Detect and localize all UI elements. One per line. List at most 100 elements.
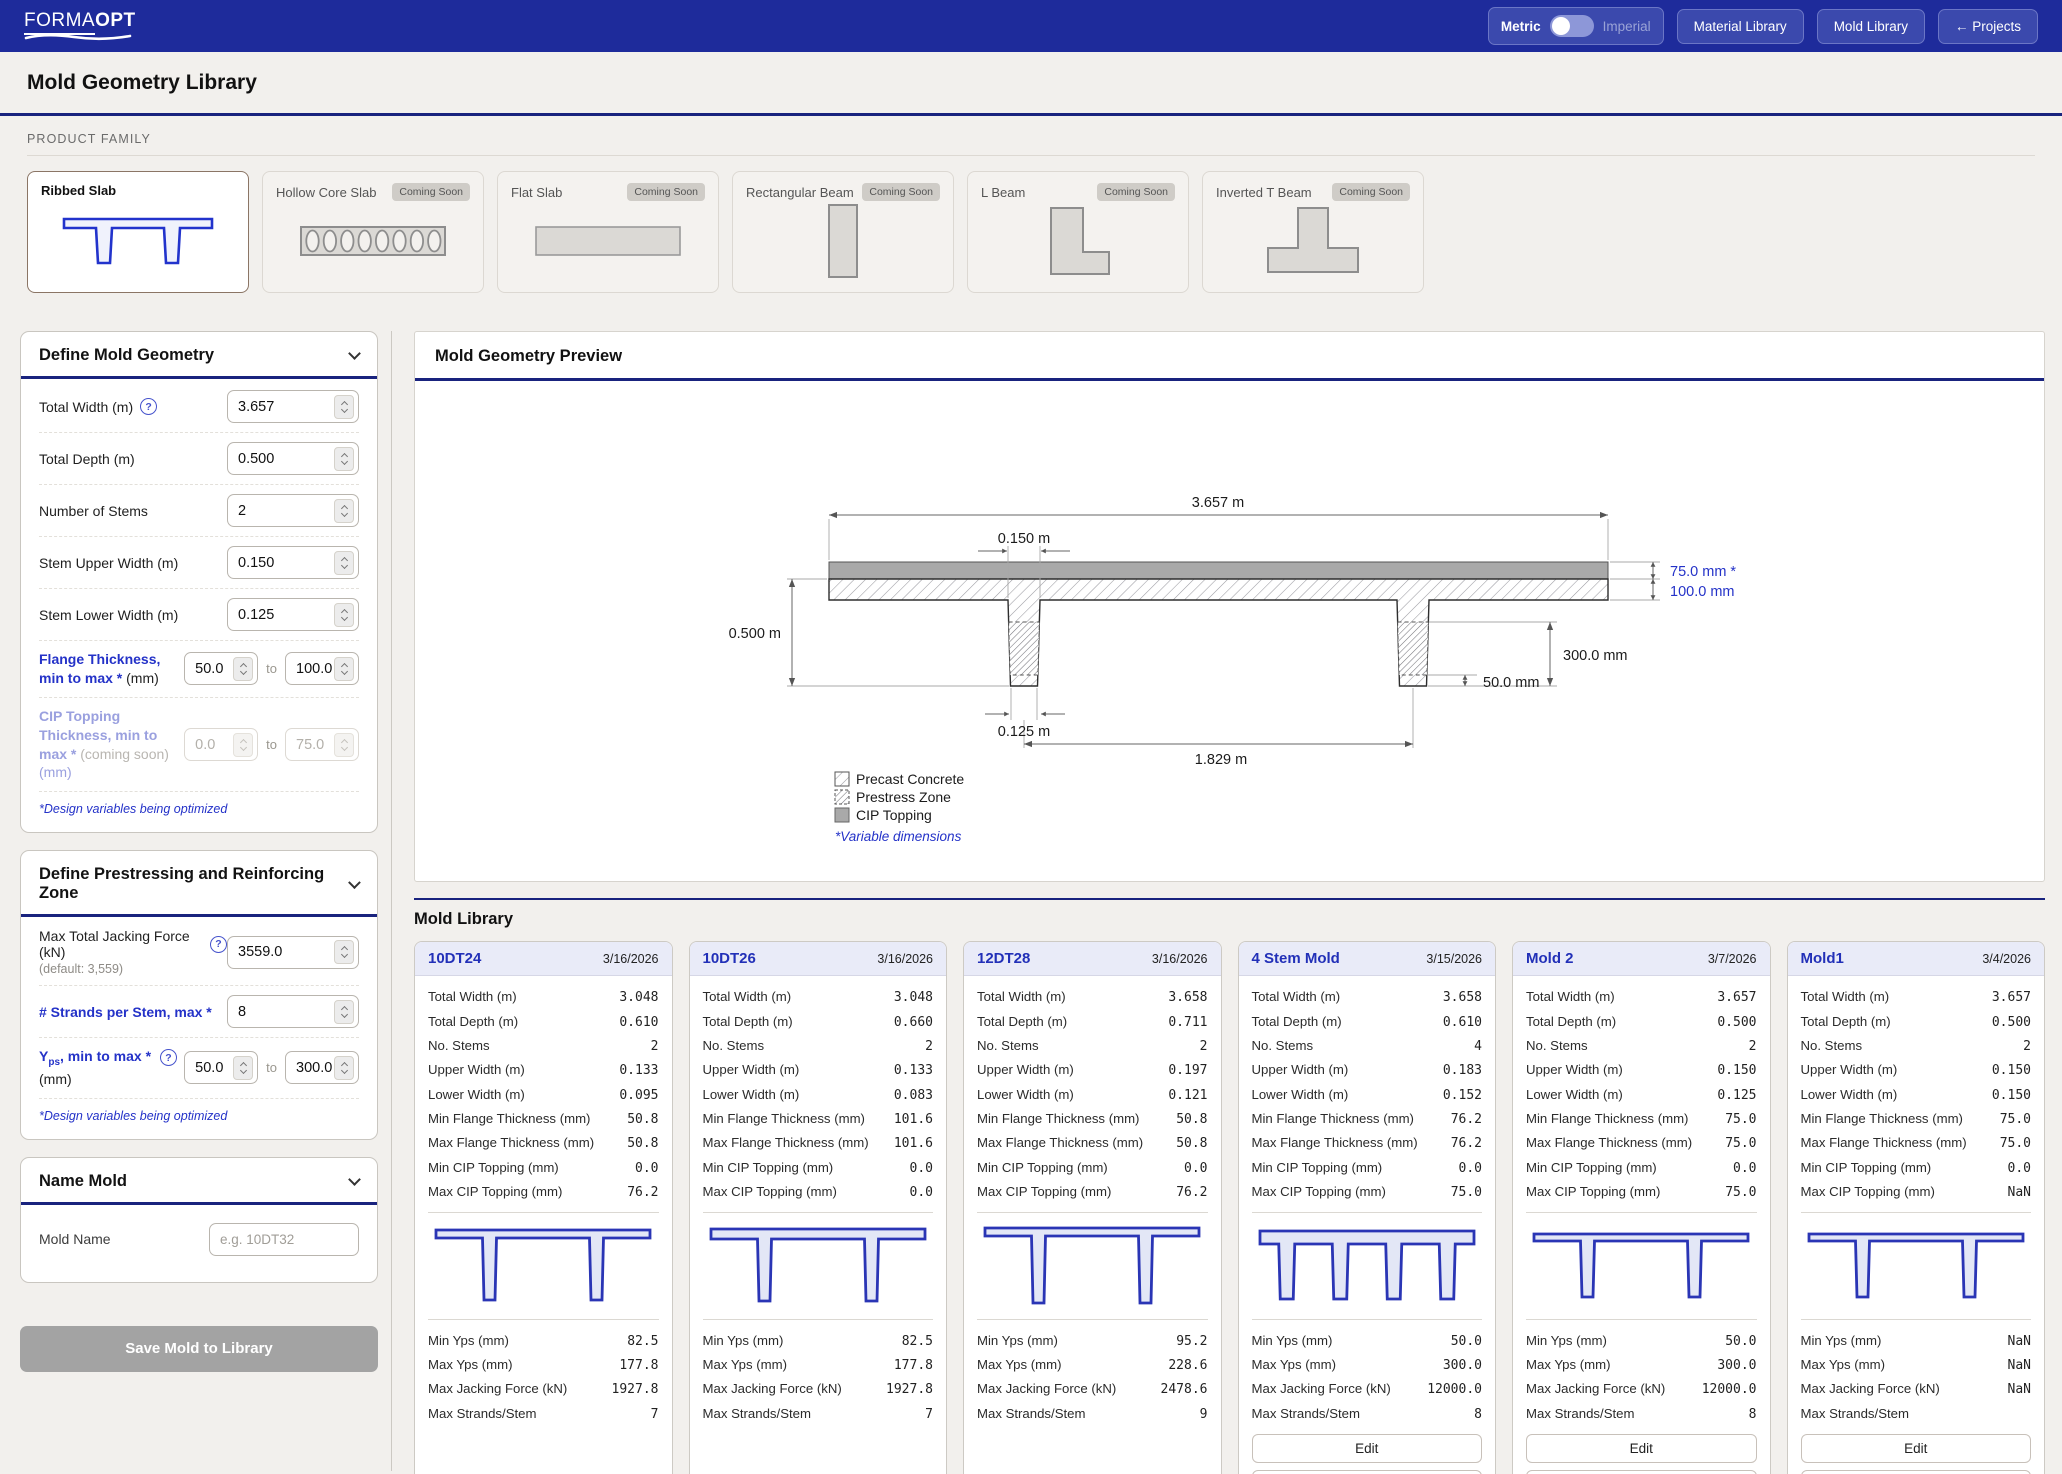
product-family-card[interactable]: Rectangular BeamComing Soon [732,171,954,293]
prestressing-panel-header[interactable]: Define Prestressing and Reinforcing Zone [21,851,377,914]
property-value: 8 [1749,1407,1757,1422]
delete-button[interactable]: Delete [1526,1470,1757,1474]
projects-button[interactable]: ← Projects [1938,9,2038,44]
property-row: Max Yps (mm)177.8 [703,1353,934,1377]
property-value: 75.0 [1725,1136,1756,1151]
flange-unit: (mm) [126,670,159,686]
property-row: Total Depth (m)0.610 [428,1009,659,1033]
chevron-down-icon[interactable] [348,1173,361,1186]
product-family-card[interactable]: Flat SlabComing Soon [497,171,719,293]
property-row: No. Stems2 [703,1034,934,1058]
property-value: 0.711 [1168,1015,1207,1030]
edit-button[interactable]: Edit [1526,1434,1757,1463]
property-value: NaN [2008,1334,2031,1349]
product-family-card[interactable]: Hollow Core SlabComing Soon [262,171,484,293]
prestressing-panel: Define Prestressing and Reinforcing Zone… [20,850,378,1139]
property-row: Max Jacking Force (kN)12000.0 [1526,1377,1757,1401]
stepper-icon[interactable] [334,657,354,681]
property-row: Upper Width (m)0.150 [1526,1058,1757,1082]
property-label: Min Yps (mm) [703,1333,784,1348]
app-logo[interactable]: FORMAOPT [24,11,136,42]
property-value: 1927.8 [886,1382,933,1397]
mold-card-name[interactable]: 10DT24 [428,950,481,967]
property-row: Max Strands/Stem7 [703,1402,934,1426]
material-library-button[interactable]: Material Library [1677,9,1804,44]
stepper-icon[interactable] [334,499,354,523]
name-mold-header[interactable]: Name Mold [21,1158,377,1202]
chevron-down-icon[interactable] [348,347,361,360]
product-family-card[interactable]: Inverted T BeamComing Soon [1202,171,1424,293]
stepper-icon [233,733,253,757]
property-value: 3.658 [1443,990,1482,1005]
mold-card-name[interactable]: 12DT28 [977,950,1030,967]
save-mold-button[interactable]: Save Mold to Library [20,1326,378,1372]
property-row: Max CIP Topping (mm)0.0 [703,1180,934,1204]
property-row: Max Strands/Stem8 [1252,1402,1483,1426]
stepper-icon[interactable] [334,1000,354,1024]
help-icon[interactable]: ? [210,936,227,953]
mold-library-button[interactable]: Mold Library [1817,9,1925,44]
mold-shape-icon [977,1221,1208,1311]
mold-card-name[interactable]: 10DT26 [703,950,756,967]
delete-button[interactable]: Delete [1801,1470,2032,1474]
stepper-icon [334,733,354,757]
edit-button[interactable]: Edit [1801,1434,2032,1463]
property-value: 0.500 [1992,1015,2031,1030]
property-value: 75.0 [1725,1112,1756,1127]
property-value: 0.150 [1992,1063,2031,1078]
mold-name-input[interactable] [209,1223,359,1256]
stepper-icon[interactable] [334,447,354,471]
property-row: Min CIP Topping (mm)0.0 [1526,1156,1757,1180]
stepper-icon[interactable] [334,551,354,575]
divider [703,1319,934,1320]
unit-toggle[interactable]: Metric Imperial [1488,7,1664,45]
stem-lower-width-label: Stem Lower Width (m) [39,607,178,623]
mold-card-name[interactable]: Mold1 [1801,950,1844,967]
delete-button[interactable]: Delete [1252,1470,1483,1474]
stepper-icon[interactable] [233,1056,253,1080]
property-row: Total Width (m)3.657 [1526,985,1757,1009]
property-value: 0.610 [619,1015,658,1030]
mold-name-row: Mold Name [39,1207,359,1270]
stepper-icon[interactable] [334,395,354,419]
property-value: 0.0 [910,1161,933,1176]
property-value: 75.0 [1451,1185,1482,1200]
edit-button[interactable]: Edit [1252,1434,1483,1463]
property-value: 50.8 [627,1136,658,1151]
dim-stem-lower-width: 0.125 m [998,724,1050,740]
mold-card-date: 3/16/2026 [877,952,933,966]
stepper-icon[interactable] [334,1056,354,1080]
help-icon[interactable]: ? [140,398,157,415]
product-card-title: Ribbed Slab [41,183,116,198]
mold-shape-icon [1526,1221,1757,1311]
dim-stem-upper-width: 0.150 m [998,531,1050,547]
mold-card-header: 10DT243/16/2026 [415,942,672,976]
property-label: Min Yps (mm) [1801,1333,1882,1348]
legend-prestress-label: Prestress Zone [856,789,951,805]
mold-shape-icon [1252,1221,1483,1311]
mold-card-name[interactable]: Mold 2 [1526,950,1574,967]
property-label: Upper Width (m) [428,1062,525,1077]
mold-card: 4 Stem Mold3/15/2026Total Width (m)3.658… [1238,941,1497,1474]
stepper-icon[interactable] [233,657,253,681]
property-label: Max CIP Topping (mm) [1252,1184,1386,1199]
mold-card-header: 4 Stem Mold3/15/2026 [1239,942,1496,976]
product-family-heading: PRODUCT FAMILY [27,132,2035,146]
stepper-icon[interactable] [334,603,354,627]
mold-card-name[interactable]: 4 Stem Mold [1252,950,1340,967]
property-value: 95.2 [1176,1334,1207,1349]
define-mold-geometry-header[interactable]: Define Mold Geometry [21,332,377,376]
mold-library-title: Mold Library [414,910,2045,929]
property-row: Min Flange Thickness (mm)50.8 [977,1107,1208,1131]
property-row: Total Depth (m)0.660 [703,1009,934,1033]
help-icon[interactable]: ? [160,1049,177,1066]
property-value: 0.500 [1717,1015,1756,1030]
product-family-card[interactable]: L BeamComing Soon [967,171,1189,293]
product-family-card[interactable]: Ribbed Slab [27,171,249,293]
stepper-icon[interactable] [334,940,354,964]
property-value: 50.8 [1176,1112,1207,1127]
preview-title: Mold Geometry Preview [415,332,2044,378]
unit-toggle-switch[interactable] [1550,15,1594,37]
jacking-force-label: Max Total Jacking Force (kN) [39,928,203,960]
divider [977,1319,1208,1320]
